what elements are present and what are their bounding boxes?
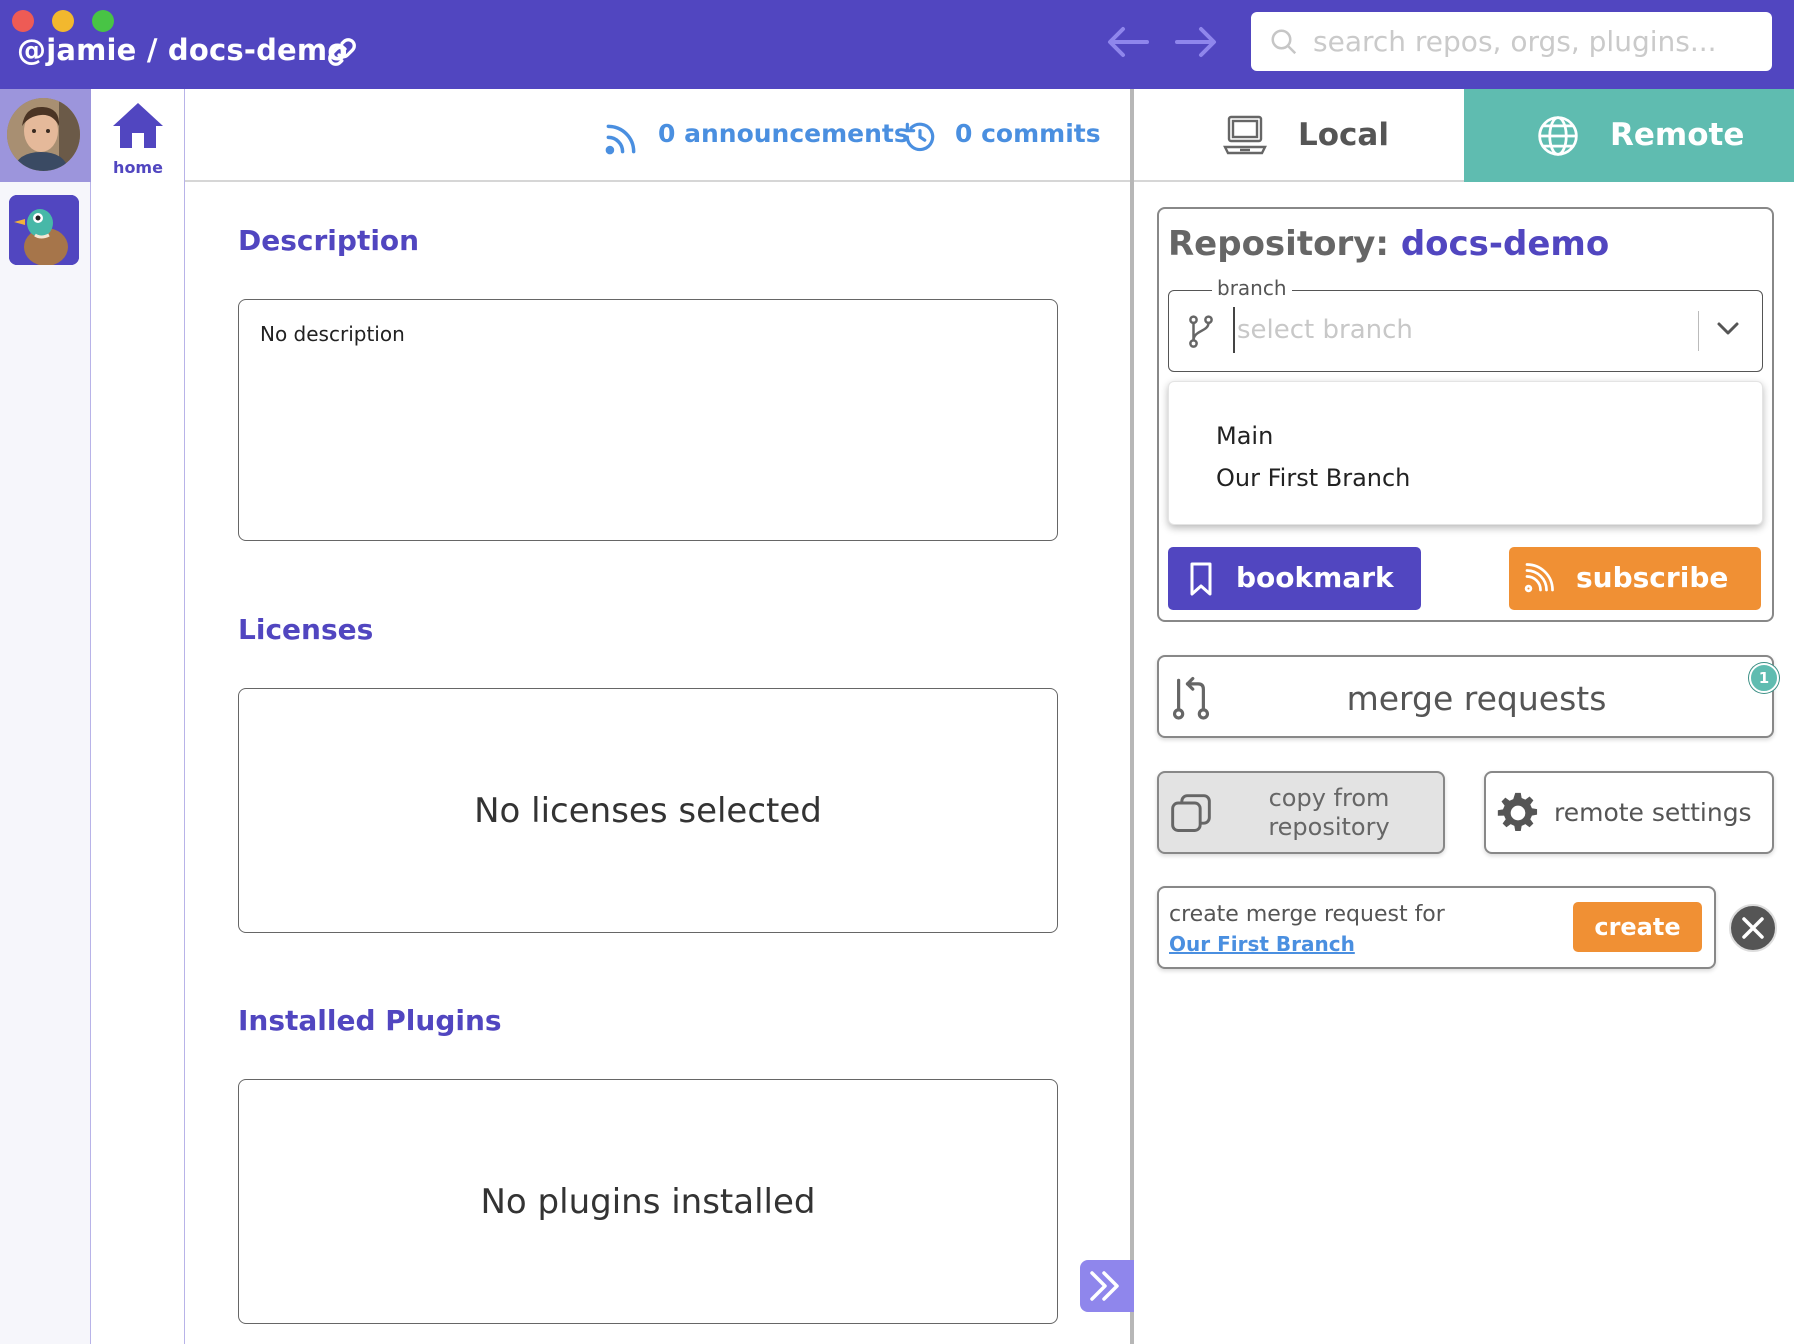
tab-remote[interactable]: Remote	[1464, 89, 1794, 182]
duck-org-icon[interactable]	[9, 195, 79, 265]
back-arrow-icon[interactable]	[1105, 24, 1151, 64]
dismiss-button[interactable]	[1729, 904, 1777, 952]
laptop-icon	[1223, 115, 1267, 155]
breadcrumb[interactable]: @jamie / docs-demo	[17, 33, 347, 67]
subscribe-label: subscribe	[1576, 561, 1729, 594]
copy-icon	[1171, 794, 1211, 832]
account-rail	[0, 89, 91, 1344]
close-window-button[interactable]	[12, 10, 34, 32]
merge-requests-label: merge requests	[1346, 679, 1607, 718]
merge-requests-button[interactable]: merge requests	[1157, 655, 1774, 738]
remote-settings-label: remote settings	[1554, 798, 1752, 827]
commits-link[interactable]: 0 commits	[955, 119, 1101, 148]
home-label[interactable]: home	[91, 158, 185, 177]
copy-from-repository-label: copy from repository	[1268, 784, 1390, 841]
search-input[interactable]	[1313, 18, 1753, 64]
subscribe-button[interactable]: subscribe	[1509, 547, 1761, 610]
tab-local[interactable]: Local	[1134, 89, 1464, 182]
bookmark-label: bookmark	[1236, 561, 1394, 594]
chevron-down-icon[interactable]	[1715, 319, 1741, 337]
close-icon	[1742, 917, 1764, 939]
description-box: No description	[238, 299, 1058, 541]
bookmark-icon	[1190, 562, 1212, 596]
select-separator	[1698, 311, 1699, 351]
rss-icon	[1524, 563, 1554, 593]
avatar[interactable]	[7, 98, 80, 171]
branch-select[interactable]	[1168, 290, 1763, 372]
licenses-empty-text: No licenses selected	[474, 790, 822, 831]
tab-local-label: Local	[1298, 117, 1389, 153]
git-branch-icon	[1189, 315, 1213, 348]
home-icon[interactable]	[110, 100, 166, 154]
main-content: Description No description Licenses No l…	[185, 182, 1130, 1344]
repository-title: Repository: docs-demo	[1168, 224, 1609, 264]
repo-stats-bar: 0 announcements 0 commits	[185, 89, 1134, 182]
globe-icon	[1538, 116, 1578, 156]
gear-icon	[1497, 792, 1538, 831]
repository-name[interactable]: docs-demo	[1401, 224, 1609, 264]
plugins-box: No plugins installed	[238, 1079, 1058, 1324]
merge-requests-count-badge: 1	[1749, 663, 1779, 693]
search-icon	[1271, 29, 1297, 55]
branch-option-main[interactable]: Main	[1216, 422, 1273, 450]
rss-icon	[602, 120, 640, 162]
plugins-empty-text: No plugins installed	[480, 1181, 816, 1222]
forward-arrow-icon[interactable]	[1173, 24, 1219, 64]
plugins-heading: Installed Plugins	[238, 1004, 502, 1037]
remote-settings-button[interactable]: remote settings	[1484, 771, 1774, 854]
search-box[interactable]	[1251, 12, 1772, 71]
branch-option-our-first-branch[interactable]: Our First Branch	[1216, 464, 1410, 492]
branch-dropdown-menu: Main Our First Branch	[1168, 381, 1763, 525]
expand-panel-button[interactable]	[1080, 1260, 1134, 1312]
create-merge-request-card: create merge request for Our First Branc…	[1157, 886, 1716, 969]
branch-legend: branch	[1212, 276, 1292, 300]
create-merge-request-text: create merge request for	[1169, 902, 1445, 927]
branch-link[interactable]: Our First Branch	[1169, 932, 1355, 956]
tab-remote-label: Remote	[1610, 117, 1745, 153]
description-heading: Description	[238, 224, 420, 257]
description-text: No description	[260, 322, 405, 346]
licenses-box: No licenses selected	[238, 688, 1058, 933]
copy-from-repository-button[interactable]: copy from repository	[1157, 771, 1445, 854]
licenses-heading: Licenses	[238, 613, 374, 646]
history-icon	[901, 118, 939, 160]
create-button[interactable]: create	[1573, 902, 1702, 952]
double-chevron-right-icon	[1090, 1271, 1119, 1301]
bookmark-button[interactable]: bookmark	[1168, 547, 1421, 610]
announcements-link[interactable]: 0 announcements	[658, 119, 909, 148]
minimize-window-button[interactable]	[52, 10, 74, 32]
zoom-window-button[interactable]	[92, 10, 114, 32]
branch-input[interactable]	[1233, 307, 1693, 353]
nav-rail	[91, 89, 185, 1344]
link-icon[interactable]	[324, 34, 360, 74]
repository-label: Repository:	[1168, 224, 1389, 264]
